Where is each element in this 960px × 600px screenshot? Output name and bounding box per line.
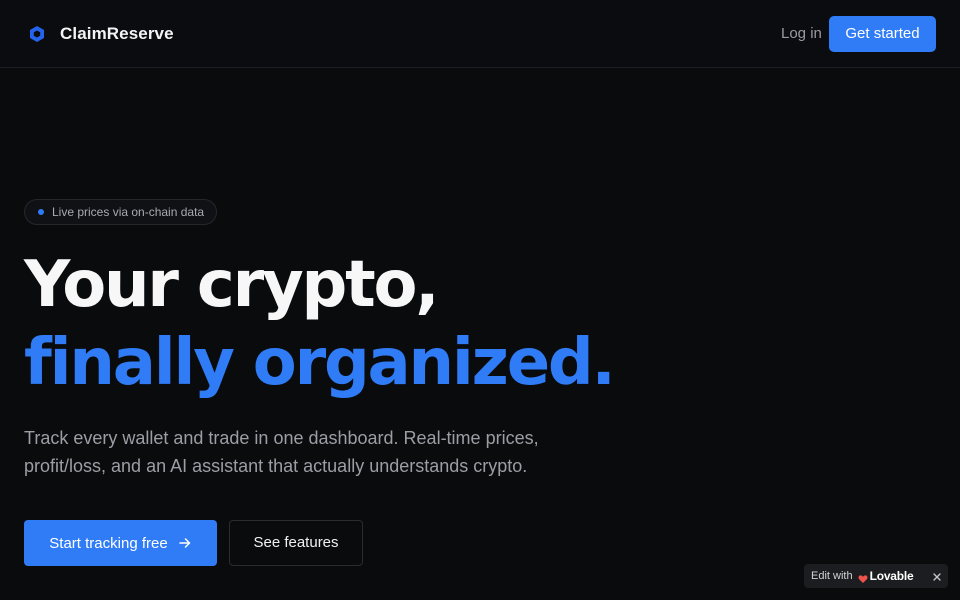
status-dot-icon [38, 209, 44, 215]
lovable-brand-label: Lovable [869, 569, 914, 583]
get-started-button[interactable]: Get started [829, 16, 936, 52]
hero-description-line-1: Track every wallet and trade in one dash… [24, 428, 539, 448]
close-icon[interactable] [931, 570, 943, 582]
see-features-button[interactable]: See features [229, 520, 363, 566]
badge-text: Live prices via on-chain data [52, 205, 205, 219]
edit-with-label: Edit with [811, 570, 853, 582]
headline-line-2: finally organized. [24, 326, 616, 400]
start-tracking-button[interactable]: Start tracking free [24, 520, 217, 566]
heart-icon [858, 571, 868, 583]
hexagon-logo-icon [28, 25, 46, 43]
brand[interactable]: ClaimReserve [28, 23, 174, 45]
arrow-right-icon [178, 536, 192, 550]
top-navigation-bar: ClaimReserve Log in Get started [0, 0, 960, 68]
hero-headline: Your crypto, finally organized. [24, 246, 616, 402]
hero-description-line-2: profit/loss, and an AI assistant that ac… [24, 456, 528, 476]
headline-line-1: Your crypto, [24, 248, 440, 322]
start-tracking-label: Start tracking free [49, 534, 168, 552]
edit-with-lovable-badge[interactable]: Edit with Lovable [804, 564, 948, 588]
brand-name: ClaimReserve [60, 24, 174, 43]
live-prices-badge: Live prices via on-chain data [24, 199, 218, 225]
login-link[interactable]: Log in [781, 24, 822, 44]
landing-page: ClaimReserve Log in Get started Live pri… [0, 0, 960, 600]
hero-description: Track every wallet and trade in one dash… [24, 424, 604, 480]
